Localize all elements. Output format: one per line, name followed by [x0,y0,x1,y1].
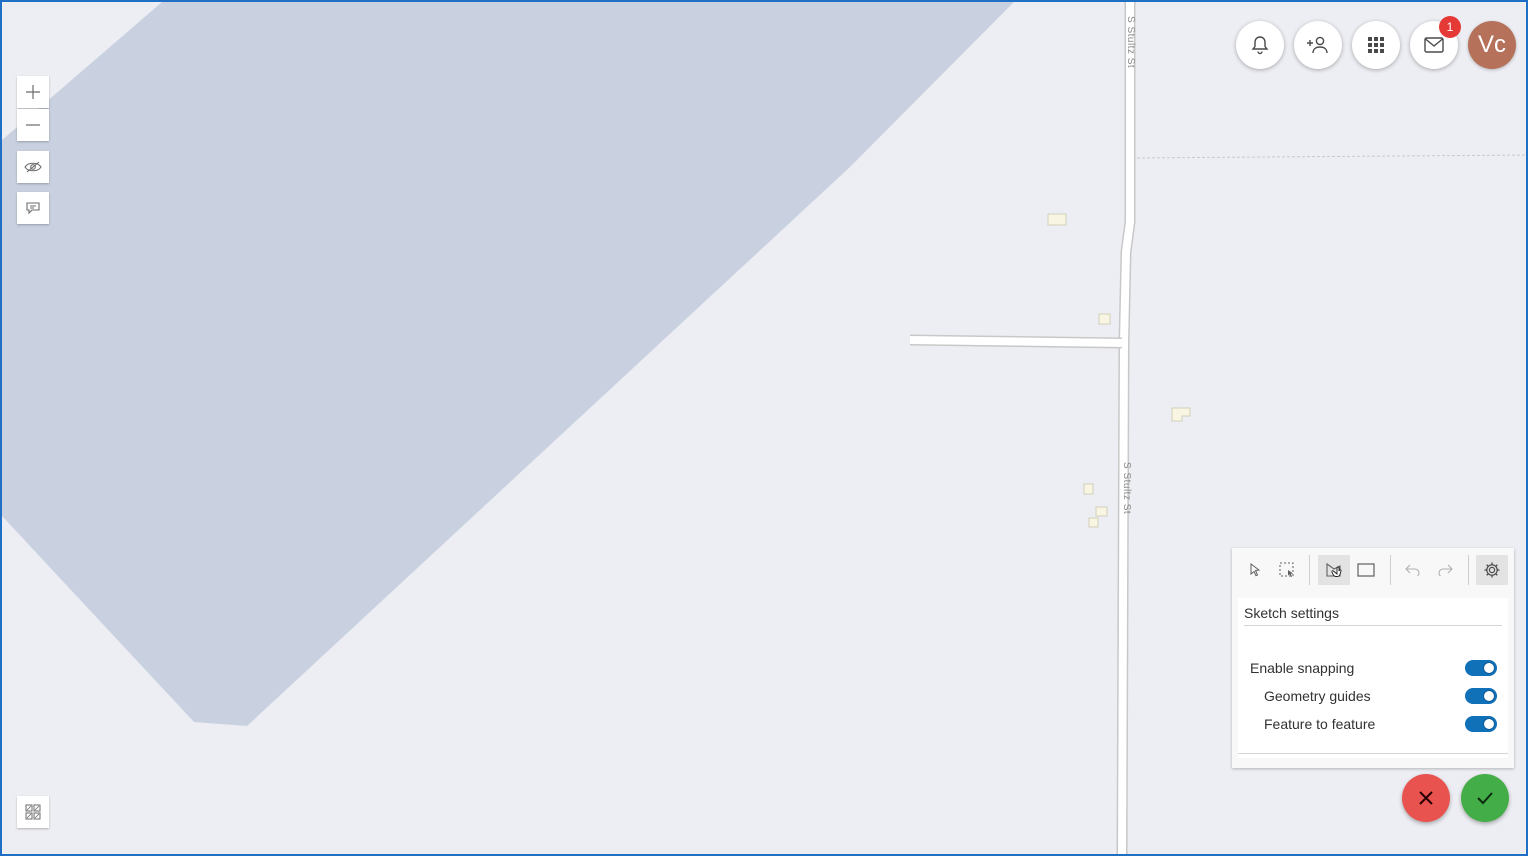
rectangle-draw-icon [1357,563,1375,577]
add-person-icon [1307,36,1328,54]
parcel-boundary [1131,154,1526,159]
settings-divider [1244,625,1502,626]
checkmark-icon [1477,792,1493,805]
notifications-button[interactable] [1236,21,1284,69]
user-avatar[interactable]: Vc [1468,21,1516,69]
setting-enable-snapping: Enable snapping [1250,658,1502,678]
comments-button[interactable] [17,192,49,224]
messages-button[interactable]: 1 [1410,16,1461,69]
select-pointer-icon [1250,563,1261,577]
layer-visibility-button[interactable] [17,151,49,183]
building[interactable] [1088,517,1099,528]
select-tool-button[interactable] [1239,555,1271,585]
polygon-tool-button[interactable] [1318,555,1350,585]
undo-icon [1405,564,1420,576]
minus-icon [26,124,40,126]
building[interactable] [1095,506,1108,517]
redo-button[interactable] [1429,555,1461,585]
setting-label: Enable snapping [1250,660,1355,676]
toggle-knob [1484,691,1494,701]
toggle-knob [1484,719,1494,729]
building[interactable] [1171,407,1191,422]
grid-icon [25,804,41,820]
building[interactable] [1083,483,1094,495]
sketch-settings-panel: Sketch settings Enable snapping Geometry… [1238,598,1508,758]
add-user-button[interactable] [1294,21,1342,69]
rectangle-tool-button[interactable] [1350,555,1382,585]
zoom-out-button[interactable] [17,109,49,141]
map-view[interactable]: S Stultz St S Stultz St 1 Vc Sketch sett… [0,0,1528,856]
polygon-draw-icon [1326,562,1342,577]
street-label-south: S Stultz St [1121,462,1132,514]
bell-icon [1251,36,1269,55]
basemap-gallery-button[interactable] [17,796,49,828]
enable-snapping-toggle[interactable] [1465,660,1497,676]
zoom-in-button[interactable] [17,76,49,108]
settings-bottom-divider [1238,753,1508,754]
speech-bubble-icon [26,202,40,215]
envelope-icon [1424,37,1444,53]
feature-to-feature-toggle[interactable] [1465,716,1497,732]
settings-button[interactable] [1476,555,1508,585]
setting-label: Feature to feature [1264,716,1376,732]
plus-icon [26,85,40,99]
app-grid-icon [1368,37,1384,53]
rectangle-select-tool-button[interactable] [1271,555,1303,585]
apps-button[interactable] [1352,21,1400,69]
close-x-icon [1419,791,1433,805]
toolbar-separator [1468,555,1469,585]
toolbar-separator [1390,555,1391,585]
confirm-button[interactable] [1461,774,1509,822]
toggle-knob [1484,663,1494,673]
setting-label: Geometry guides [1264,688,1371,704]
street-label-north: S Stultz St [1125,16,1136,68]
sketch-widget: Sketch settings Enable snapping Geometry… [1232,548,1514,768]
road-side-fill [909,336,1125,347]
setting-geometry-guides: Geometry guides [1250,686,1502,706]
undo-button[interactable] [1397,555,1429,585]
cancel-button[interactable] [1402,774,1450,822]
building[interactable] [1047,213,1067,226]
settings-title: Sketch settings [1244,605,1339,621]
toolbar-separator [1309,555,1310,585]
eye-icon [24,161,42,173]
redo-icon [1438,564,1453,576]
unread-count-badge: 1 [1439,16,1461,38]
settings-gear-icon [1484,562,1500,578]
building[interactable] [1098,313,1111,325]
rectangle-select-icon [1279,562,1294,577]
polygon-feature[interactable] [2,2,1014,726]
setting-feature-to-feature: Feature to feature [1250,714,1502,734]
geometry-guides-toggle[interactable] [1465,688,1497,704]
